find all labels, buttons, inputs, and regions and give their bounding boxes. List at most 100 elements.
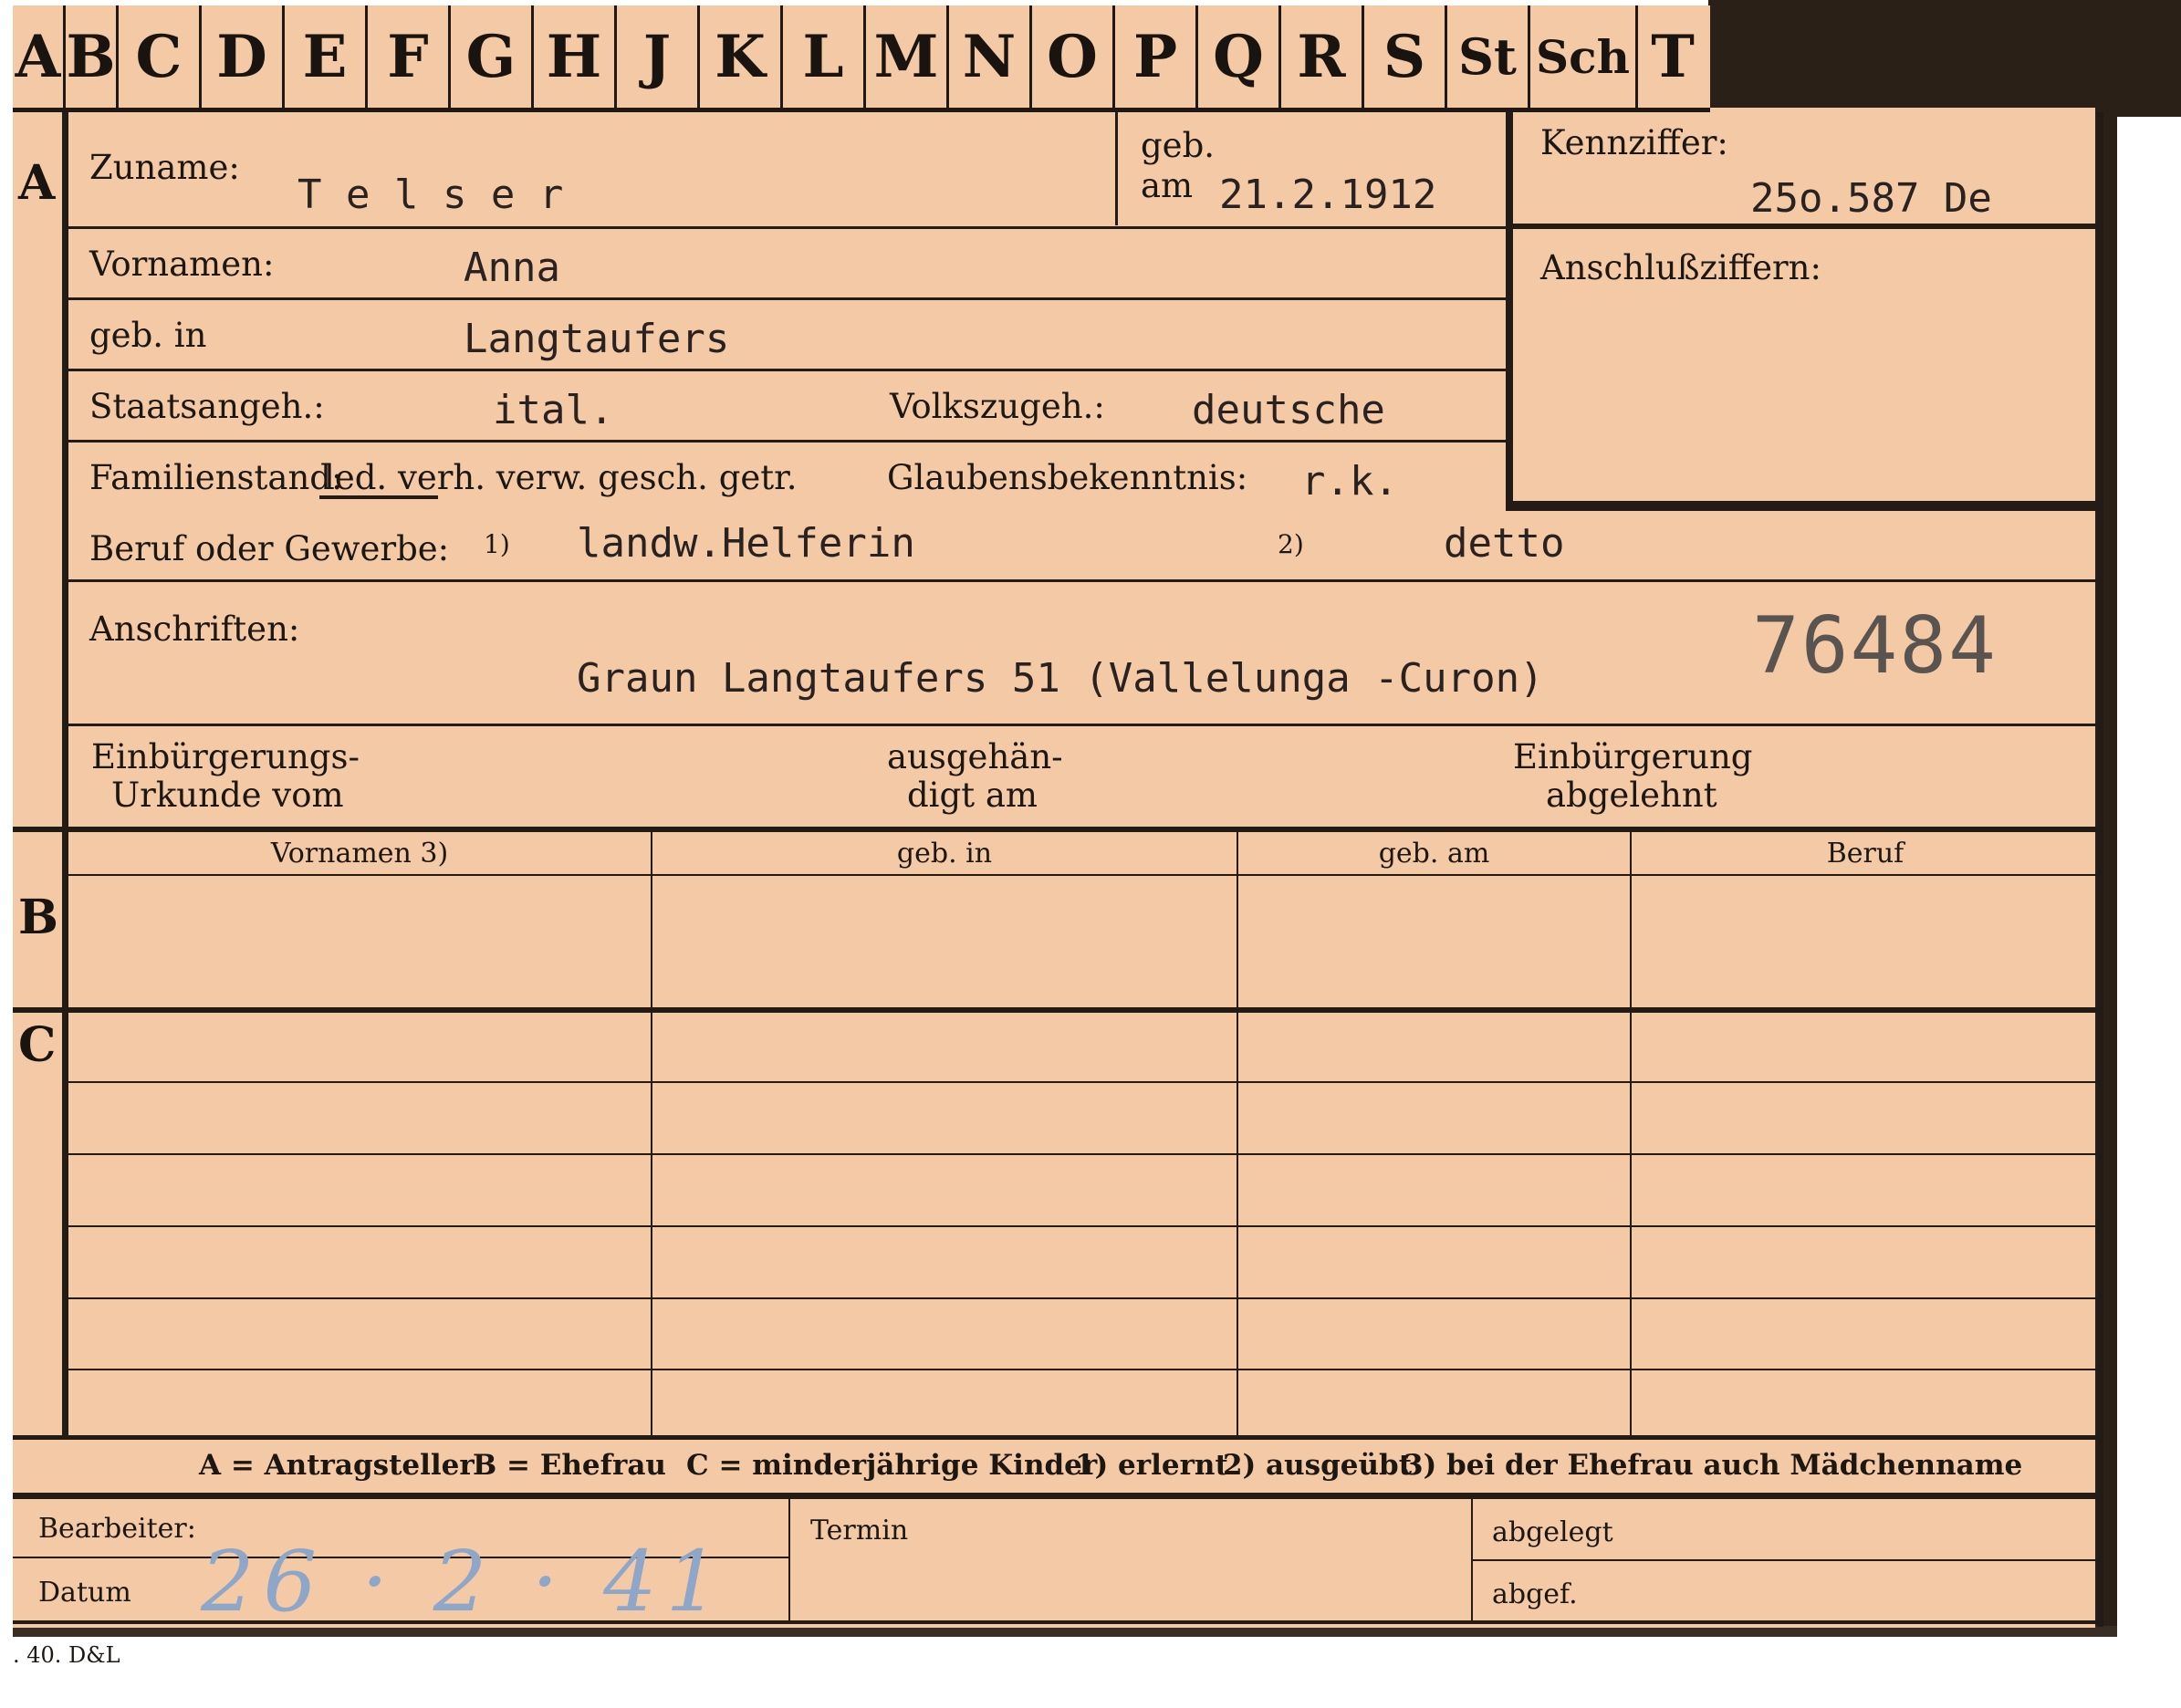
born-on-label-2: am [1141,166,1194,205]
tab-d[interactable]: D [202,5,285,108]
table-header-line [68,874,2099,876]
tab-a[interactable]: A [13,5,66,108]
tab-m[interactable]: M [866,5,949,108]
marital-status-underline [319,495,438,499]
naturalization-rejected-label-1: Einbürgerung [1513,737,1753,776]
address-value: Graun Langtaufers 51 (Vallelunga -Curon) [577,655,1544,702]
tab-o[interactable]: O [1032,5,1115,108]
religion-label: Glaubensbekenntnis: [887,458,1248,497]
row-line [68,369,1506,371]
deadline-label: Termin [810,1515,909,1547]
table-header-occupation: Beruf [1826,838,1904,870]
tab-f[interactable]: F [368,5,451,108]
stamp-number: 76484 [1752,600,1998,692]
row-line [68,226,1506,229]
birthplace-label: geb. in [89,316,207,355]
table-header-birthdate: geb. am [1378,838,1490,870]
occupation-footnote-2: 2) [1278,529,1304,559]
table-header-first-names: Vornamen 3) [270,838,449,870]
table-row-line [68,1081,2099,1083]
naturalization-doc-label-1: Einbürgerungs- [91,737,360,776]
date-label: Datum [38,1577,131,1609]
tab-c[interactable]: C [119,5,202,108]
legend-bottom [13,1493,2101,1499]
occupation-footnote-1: 1) [484,529,510,559]
section-label-a: A [18,155,56,211]
occupation-learned-value: landw.Helferin [577,520,915,567]
table-col-line [651,830,652,1436]
legend-c: C = minderjährige Kinder [686,1449,1098,1482]
tab-r[interactable]: R [1281,5,1364,108]
section-c-top [13,1007,2101,1013]
background-shadow-top [1708,0,2181,117]
table-col-line [1630,830,1632,1436]
first-names-value: Anna [464,245,560,291]
surname-value: T e l s e r [297,172,564,218]
tab-st[interactable]: St [1447,5,1530,108]
table-header-birthplace: geb. in [896,838,993,870]
occupation-practiced-value: detto [1444,520,1565,567]
born-on-label-1: geb. [1141,126,1216,165]
handed-over-label-2: digt am [907,776,1038,815]
tab-l[interactable]: L [783,5,866,108]
occupation-label: Beruf oder Gewerbe: [89,529,450,568]
tab-e[interactable]: E [285,5,368,108]
footer-row-line [1471,1559,2101,1561]
legend-b: B = Ehefrau [473,1449,666,1482]
legend-note-3: 3) bei der Ehefrau auch Mädchenname [1404,1449,2023,1482]
table-row-line [68,1369,2099,1370]
tab-h[interactable]: H [534,5,617,108]
citizenship-label: Staatsangeh.: [89,387,325,426]
legend-note-2: 2) ausgeübt [1223,1449,1413,1482]
code-box-left-line [1506,112,1513,511]
section-label-b: B [18,890,58,945]
tab-t[interactable]: T [1638,5,1707,108]
tab-s[interactable]: S [1364,5,1447,108]
code-box-divider [1506,224,2101,229]
first-names-label: Vornamen: [89,245,275,284]
tab-q[interactable]: Q [1198,5,1281,108]
ethnicity-label: Volkszugeh.: [890,387,1105,426]
table-col-line [1237,830,1238,1436]
table-bottom [13,1435,2101,1440]
tab-n[interactable]: N [949,5,1032,108]
born-divider [1115,112,1118,225]
legend-a: A = Antragsteller [199,1449,475,1482]
footer-col-line [1471,1496,1473,1622]
naturalization-doc-label-2: Urkunde vom [111,776,344,815]
born-on-value: 21.2.1912 [1219,172,1437,218]
section-b-top [13,827,2101,832]
tab-sch[interactable]: Sch [1530,5,1638,108]
marital-status-label: Familienstand: [89,458,343,497]
footer-col-line [788,1496,790,1622]
tab-j[interactable]: J [617,5,700,108]
handed-over-label-1: ausgehän- [887,737,1063,776]
frame-right-line [2097,112,2103,1627]
citizenship-value: ital. [493,387,614,433]
row-line [68,579,2099,582]
address-label: Anschriften: [89,609,300,649]
legend-note-1: 1) erlernt [1075,1449,1228,1482]
ethnicity-value: deutsche [1192,387,1385,433]
tab-p[interactable]: P [1115,5,1198,108]
clerk-label: Bearbeiter: [38,1513,196,1545]
code-box-bottom [1506,501,2101,511]
table-row-line [68,1225,2099,1227]
table-row-line [68,1153,2099,1155]
marital-status-options: led. verh. verw. gesch. getr. [324,458,798,497]
code-value: 25o.587 De [1750,175,1992,222]
birthplace-value: Langtaufers [464,316,730,362]
filed-label: abgelegt [1492,1516,1613,1548]
section-label-c: C [18,1017,57,1073]
row-line [68,297,1506,300]
tab-k[interactable]: K [700,5,783,108]
linked-codes-label: Anschlußziffern: [1540,248,1821,287]
code-label: Kennziffer: [1540,123,1728,162]
row-line [68,440,1506,443]
tab-g[interactable]: G [451,5,534,108]
surname-label: Zuname: [89,148,240,187]
alphabet-tab-row: A B C D E F G H J K L M N O P Q R S St S… [13,5,1710,112]
sent-label: abgef. [1492,1578,1578,1610]
tab-b[interactable]: B [66,5,119,108]
table-row-line [68,1297,2099,1299]
